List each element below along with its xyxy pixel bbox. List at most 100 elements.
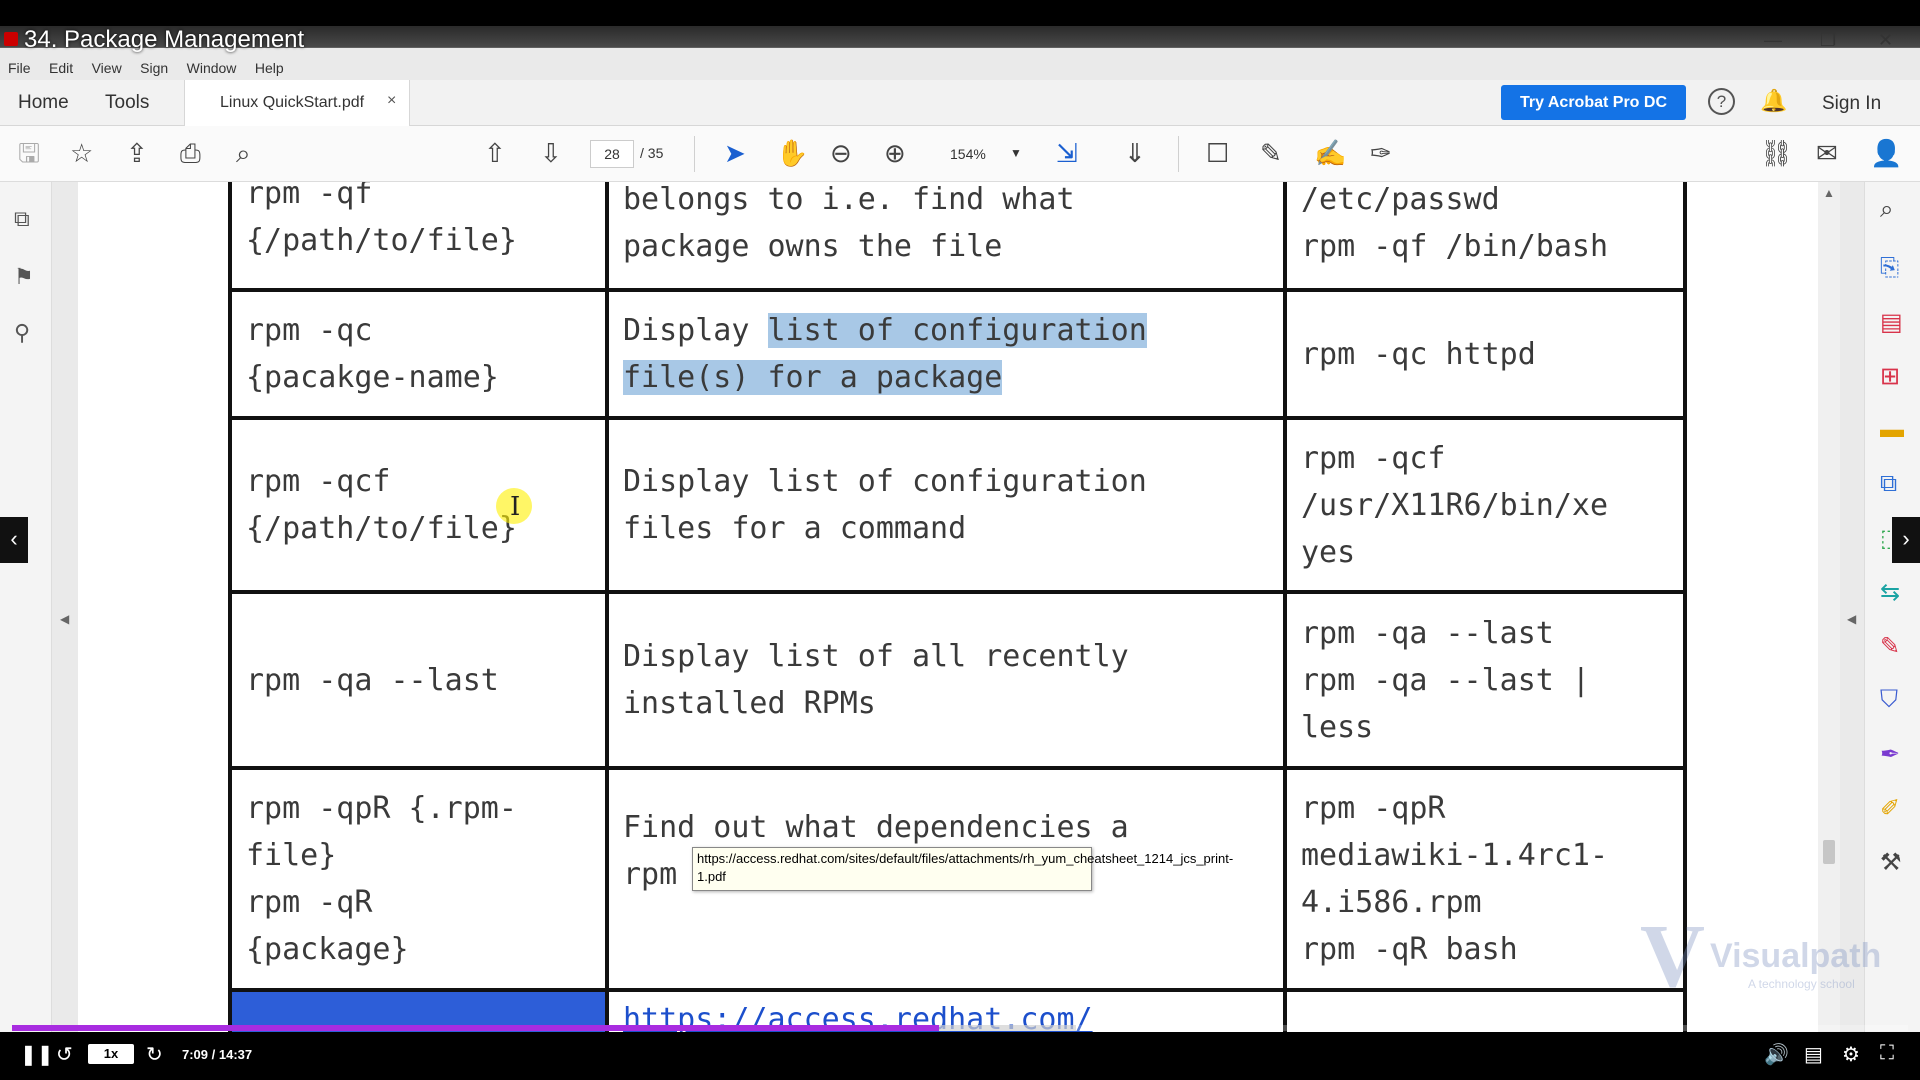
bookmark-star-icon[interactable]: ☆ bbox=[70, 138, 93, 168]
translate-icon[interactable]: ⧉ bbox=[1880, 470, 1897, 498]
collapse-right-icon[interactable]: ◀ bbox=[1847, 612, 1856, 626]
export-pdf-icon[interactable]: ⎘ bbox=[1880, 254, 1899, 282]
menu-edit[interactable]: Edit bbox=[49, 56, 73, 80]
scrollbar-thumb[interactable] bbox=[1823, 840, 1835, 864]
menu-sign[interactable]: Sign bbox=[140, 56, 168, 80]
zoom-dropdown-icon[interactable]: ▼ bbox=[1010, 146, 1022, 160]
organize-pages-icon[interactable]: ▤ bbox=[1880, 308, 1903, 337]
cell-line: Find out what dependencies a bbox=[623, 810, 1129, 845]
watermark-name: Visualpath bbox=[1710, 937, 1882, 975]
watermark-logo-icon: V bbox=[1640, 907, 1705, 1006]
cell-line: rpm -qcf bbox=[1301, 440, 1446, 476]
menu-window[interactable]: Window bbox=[187, 56, 237, 80]
restore-button[interactable]: ❐ bbox=[1820, 30, 1836, 51]
video-time: 7:09 / 14:37 bbox=[182, 1047, 253, 1062]
hand-tool-icon[interactable]: ✋ bbox=[776, 138, 808, 168]
next-page-icon[interactable]: ⇩ bbox=[540, 138, 562, 168]
table-cell-description: Display list of all recently installed R… bbox=[605, 590, 1287, 770]
cell-line: installed RPMs bbox=[623, 686, 876, 721]
sign-in-link[interactable]: Sign In bbox=[1822, 93, 1881, 115]
tab-tools[interactable]: Tools bbox=[105, 92, 149, 114]
fill-sign-icon[interactable]: ✑ bbox=[1370, 138, 1392, 168]
bookmarks-icon[interactable]: ⚑ bbox=[14, 264, 34, 290]
scroll-mode-icon[interactable]: ⇓ bbox=[1124, 138, 1146, 168]
select-cursor-icon[interactable]: ➤ bbox=[724, 138, 746, 168]
fullscreen-icon[interactable]: ⛶ bbox=[1880, 1042, 1894, 1065]
close-window-button[interactable]: ✕ bbox=[1878, 30, 1893, 51]
cell-line: rpm -qc bbox=[246, 313, 373, 348]
pause-icon[interactable]: ❚❚ bbox=[20, 1042, 54, 1067]
video-progress-bar[interactable] bbox=[12, 1025, 1908, 1031]
zoom-out-icon[interactable]: ⊖ bbox=[830, 138, 852, 168]
forward-icon[interactable]: ↻ bbox=[146, 1042, 163, 1067]
find-magnifier-icon[interactable]: ⌕ bbox=[236, 138, 251, 168]
highlight-pen-icon[interactable]: ✎ bbox=[1260, 138, 1282, 168]
cell-line: {package} bbox=[246, 932, 409, 967]
fill-sign-tool-icon[interactable]: ✎ bbox=[1880, 632, 1900, 661]
zoom-search-icon[interactable]: ⌕ bbox=[1880, 196, 1893, 224]
request-signature-icon[interactable]: ✒ bbox=[1880, 740, 1900, 769]
table-cell-example: rpm -qcf /usr/X11R6/bin/xe yes bbox=[1283, 416, 1687, 594]
playback-speed-button[interactable]: 1x bbox=[88, 1044, 134, 1064]
cell-line: rpm -qc httpd bbox=[1301, 336, 1536, 372]
previous-page-icon[interactable]: ⇧ bbox=[484, 138, 506, 168]
selected-text-highlight: list of configuration bbox=[767, 313, 1147, 348]
try-acrobat-pro-button[interactable]: Try Acrobat Pro DC bbox=[1501, 85, 1686, 120]
volume-icon[interactable]: 🔊 bbox=[1764, 1042, 1789, 1067]
zoom-in-icon[interactable]: ⊕ bbox=[884, 138, 906, 168]
table-cell-command: rpm -qc {pacakge-name} bbox=[228, 288, 609, 420]
page-number-input[interactable]: 28 bbox=[590, 140, 634, 168]
left-collapse-gutter: ◀ bbox=[52, 182, 78, 1032]
tab-document[interactable]: Linux QuickStart.pdf × bbox=[184, 80, 410, 126]
print-icon[interactable]: ⎙ bbox=[180, 138, 201, 168]
video-progress-fill bbox=[12, 1025, 940, 1031]
comment-icon[interactable]: ☐ bbox=[1206, 138, 1229, 168]
rewind-icon[interactable]: ↺ bbox=[56, 1042, 73, 1067]
video-title: 34. Package Management bbox=[24, 26, 305, 53]
settings-gear-icon[interactable]: ⚙ bbox=[1842, 1042, 1860, 1067]
help-icon[interactable]: ? bbox=[1708, 88, 1735, 115]
video-next-arrow[interactable]: › bbox=[1892, 517, 1920, 563]
menu-help[interactable]: Help bbox=[255, 56, 284, 80]
toolbar-divider bbox=[1178, 136, 1179, 172]
edit-pdf-icon[interactable]: ✐ bbox=[1880, 794, 1900, 823]
draw-icon[interactable]: ✍ bbox=[1314, 138, 1346, 168]
page-thumbnails-icon[interactable]: ⧉ bbox=[14, 206, 30, 232]
notification-bell-icon[interactable]: 🔔 bbox=[1760, 88, 1787, 114]
protect-shield-icon[interactable]: ⛉ bbox=[1880, 686, 1898, 714]
video-prev-arrow[interactable]: ‹ bbox=[0, 517, 28, 563]
toolbar: 🖫 ☆ ⇪ ⎙ ⌕ ⇧ ⇩ 28 / 35 ➤ ✋ ⊖ ⊕ 154% ▼ ⇲ ⇓… bbox=[0, 126, 1920, 182]
table-cell-command: rpm -qa --last bbox=[228, 590, 609, 770]
send-for-review-icon[interactable]: ⇆ bbox=[1880, 578, 1900, 607]
collapse-left-icon[interactable]: ◀ bbox=[60, 612, 69, 626]
upload-cloud-icon[interactable]: ⇪ bbox=[126, 138, 148, 168]
table-row: rpm -qcf {/path/to/file} Display list of… bbox=[228, 416, 1687, 594]
document-viewer[interactable]: rpm -qf {/path/to/file} belongs to i.e. … bbox=[78, 182, 1828, 1032]
close-tab-icon[interactable]: × bbox=[387, 92, 396, 110]
captions-icon[interactable]: ▤ bbox=[1804, 1042, 1823, 1067]
minimize-button[interactable]: — bbox=[1764, 30, 1782, 51]
more-tools-icon[interactable]: ⚒ bbox=[1880, 848, 1902, 877]
menu-view[interactable]: View bbox=[92, 56, 122, 80]
menu-file[interactable]: File bbox=[8, 56, 31, 80]
create-pdf-icon[interactable]: ⊞ bbox=[1880, 362, 1900, 391]
cell-line: Display list of all recently bbox=[623, 639, 1129, 674]
tab-document-label: Linux QuickStart.pdf bbox=[220, 94, 365, 111]
table-cell-command: rpm -qcf {/path/to/file} bbox=[228, 416, 609, 594]
cell-line: files for a command bbox=[623, 511, 967, 546]
vertical-scrollbar[interactable]: ▲ bbox=[1818, 182, 1840, 1032]
cell-text: Display bbox=[623, 313, 768, 348]
table-cell-description: belongs to i.e. find what package owns t… bbox=[605, 182, 1287, 292]
attachments-icon[interactable]: ⚲ bbox=[14, 320, 30, 346]
cell-line: file(s) for a package bbox=[623, 354, 1269, 401]
tab-home[interactable]: Home bbox=[18, 92, 69, 114]
comment-tool-icon[interactable]: ▬ bbox=[1880, 416, 1904, 444]
cell-line: rpm -qa --last bbox=[1301, 615, 1554, 651]
email-icon[interactable]: ✉ bbox=[1816, 138, 1838, 168]
share-link-icon[interactable]: ⛓ bbox=[1760, 138, 1793, 168]
cell-line: /etc/passwd bbox=[1301, 182, 1500, 217]
add-user-icon[interactable]: 👤 bbox=[1870, 138, 1902, 168]
scroll-up-icon[interactable]: ▲ bbox=[1823, 186, 1835, 200]
save-icon[interactable]: 🖫 bbox=[18, 138, 40, 168]
fit-page-icon[interactable]: ⇲ bbox=[1056, 138, 1078, 168]
